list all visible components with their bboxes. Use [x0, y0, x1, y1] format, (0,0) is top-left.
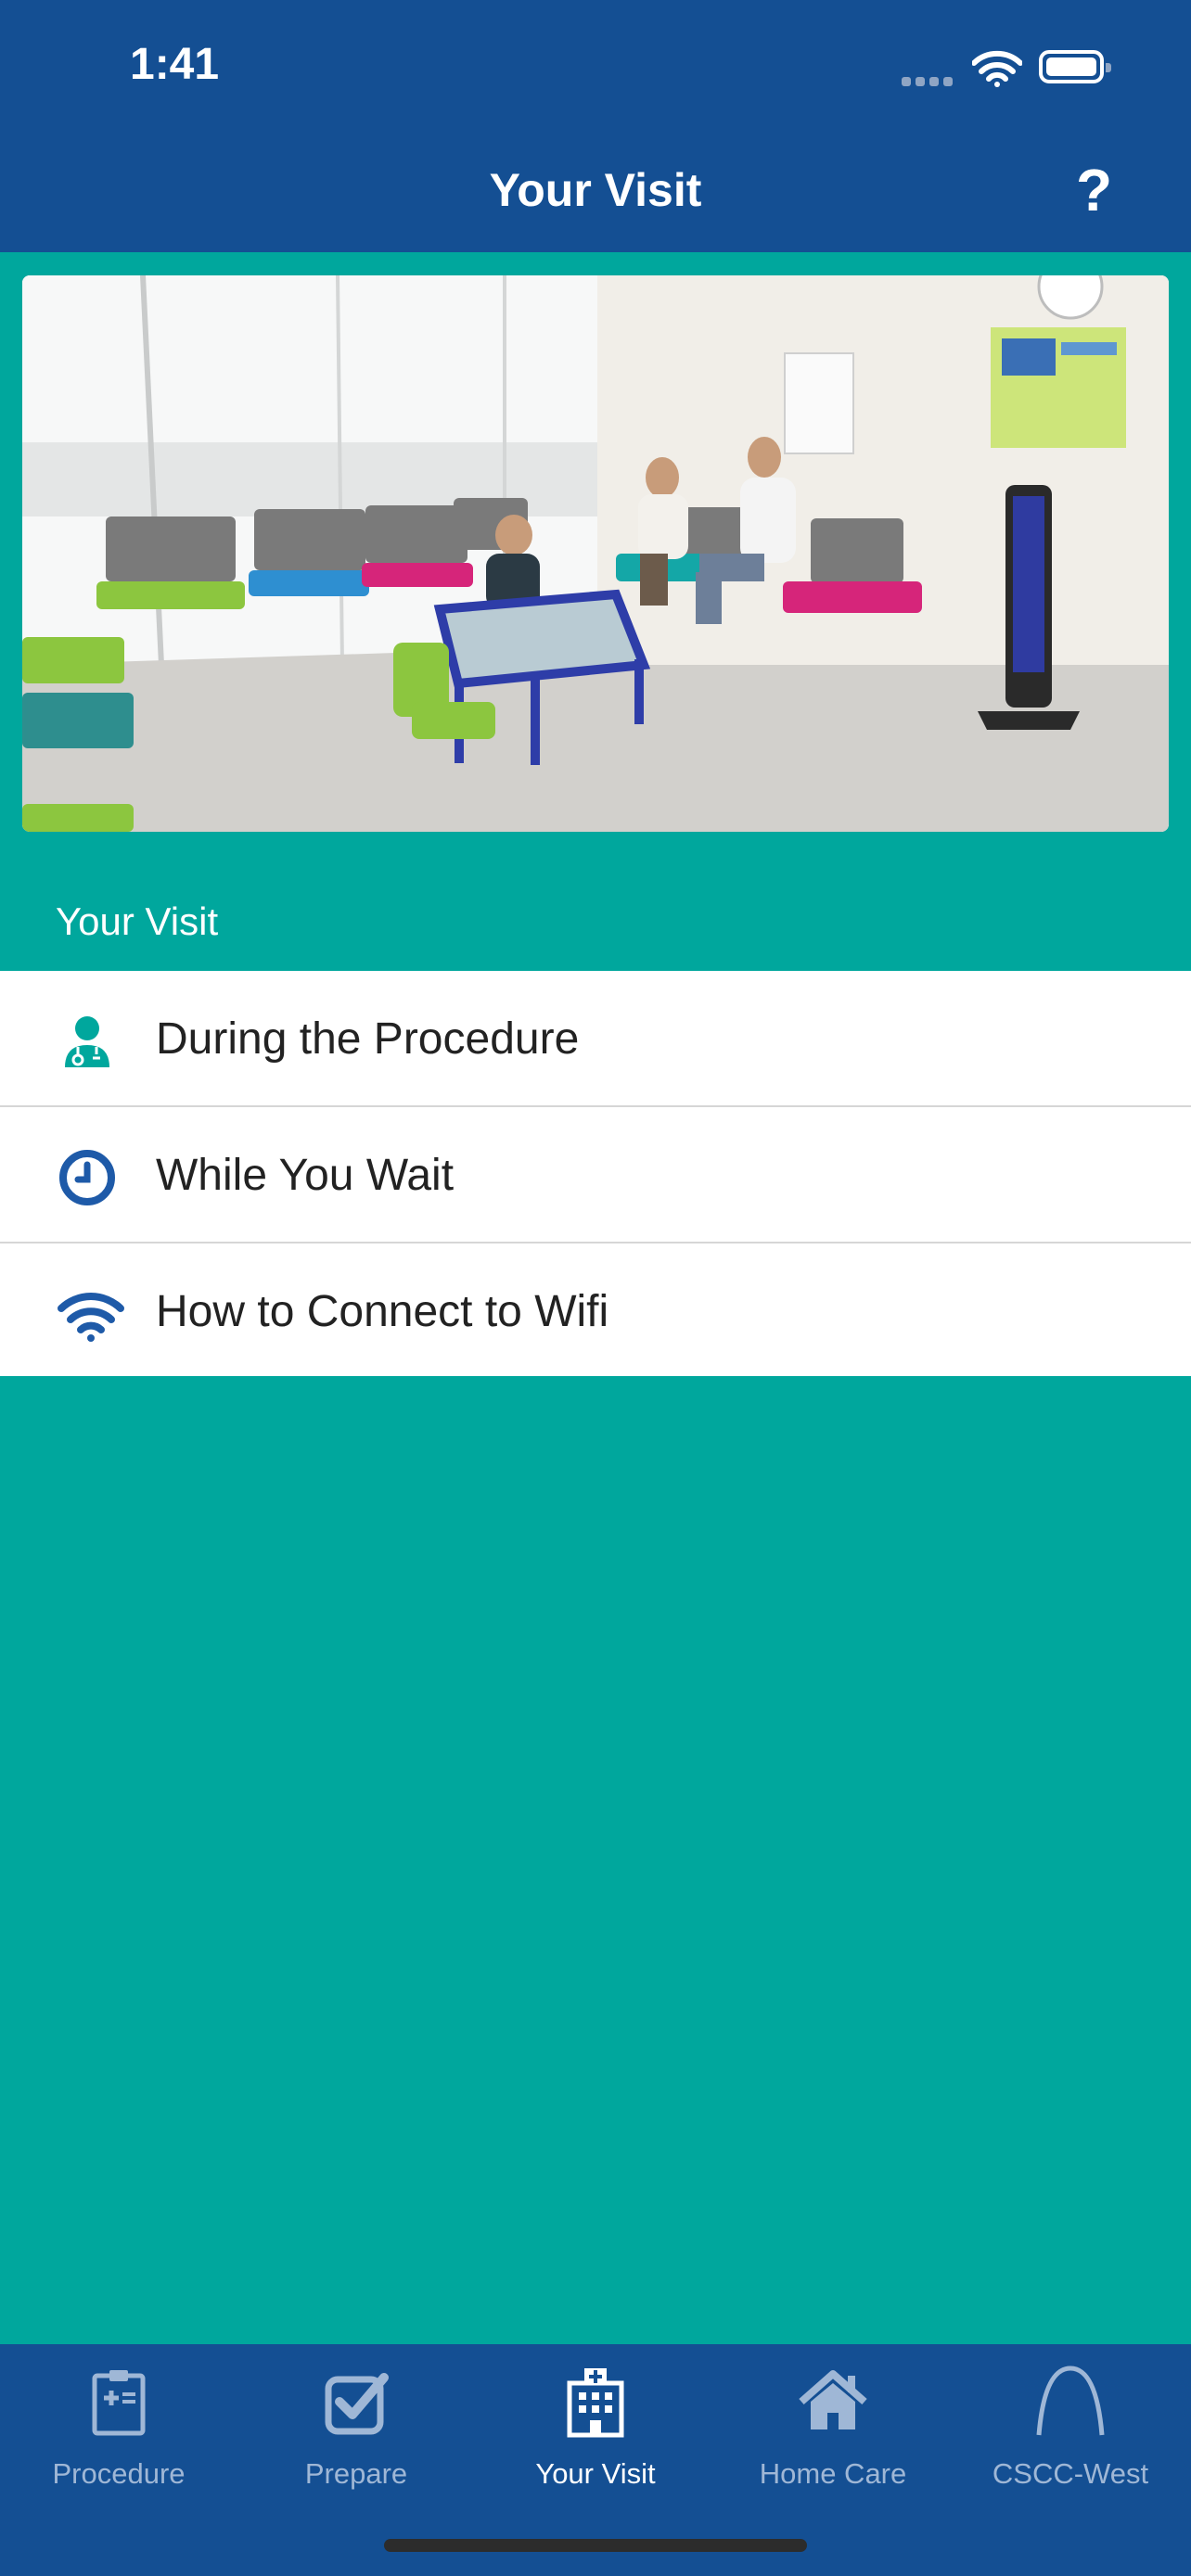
arch-icon [1033, 2365, 1108, 2439]
page-title: Your Visit [489, 164, 702, 216]
list-item-connect-wifi[interactable]: How to Connect to Wifi [0, 1243, 1191, 1376]
status-time: 1:41 [130, 40, 220, 89]
wifi-icon [58, 1284, 124, 1344]
list-item-during-procedure[interactable]: During the Procedure [0, 971, 1191, 1107]
waiting-room-image [22, 275, 1169, 832]
tab-prepare[interactable]: Prepare [237, 2344, 475, 2502]
tab-your-visit[interactable]: Your Visit [477, 2344, 714, 2502]
checkbox-icon [319, 2365, 393, 2439]
visit-options-list: During the Procedure While You Wait How … [0, 971, 1191, 1376]
doctor-icon [58, 1012, 117, 1071]
tab-label: Prepare [304, 2457, 408, 2490]
tab-label: Your Visit [535, 2457, 656, 2490]
hospital-icon [558, 2365, 633, 2439]
help-button[interactable]: ? [1076, 156, 1112, 224]
tab-label: CSCC-West [992, 2457, 1149, 2490]
clipboard-icon [82, 2365, 156, 2439]
tab-procedure[interactable]: Procedure [0, 2344, 237, 2502]
home-icon [796, 2365, 870, 2439]
section-header: Your Visit [56, 899, 219, 943]
tab-label: Procedure [52, 2457, 186, 2490]
home-indicator[interactable] [384, 2539, 807, 2552]
tab-cscc-west[interactable]: CSCC-West [952, 2344, 1189, 2502]
list-item-label: How to Connect to Wifi [156, 1287, 609, 1336]
navigation-bar: 1:41 Your Visit ? [0, 0, 1191, 252]
list-item-label: While You Wait [156, 1151, 455, 1200]
clock-icon [58, 1148, 117, 1207]
cellular-signal-icon [902, 74, 957, 91]
list-item-label: During the Procedure [156, 1014, 580, 1064]
battery-icon [1039, 50, 1111, 83]
list-item-while-you-wait[interactable]: While You Wait [0, 1107, 1191, 1243]
tab-home-care[interactable]: Home Care [714, 2344, 952, 2502]
tab-label: Home Care [759, 2457, 907, 2490]
wifi-status-icon [971, 50, 1023, 92]
